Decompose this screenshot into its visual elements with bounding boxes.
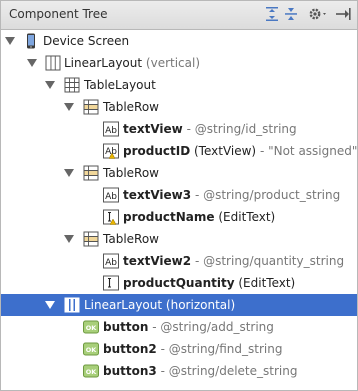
table-row-icon [83,99,99,115]
text-view-icon: Ab [103,253,119,269]
ok-icon-text: OK [86,324,98,332]
node-name: textView3 [123,188,192,202]
expand-arrow-icon[interactable] [64,235,74,243]
expand-arrow-icon[interactable] [45,81,55,89]
node-detail: - @string/delete_string [160,364,298,378]
node-label: Device Screen [43,34,130,48]
node-name: LinearLayout [64,56,143,70]
tree-row-text-view3[interactable]: Ab textView3 - @string/product_string [1,184,357,206]
linear-layout-horizontal-icon [64,297,80,313]
button-ok-icon: OK [83,319,99,335]
node-name: productName [123,210,215,224]
button-ok-icon: OK [83,341,99,357]
tree-row-table-layout[interactable]: TableLayout [1,74,357,96]
node-type: (EditText) [218,210,276,224]
node-detail: - @string/id_string [186,122,297,136]
node-detail: (vertical) [145,56,201,70]
node-name: TableRow [103,232,159,246]
node-name: LinearLayout [84,298,163,312]
ok-icon-text: OK [86,368,98,376]
node-name: textView [123,122,183,136]
hide-panel-icon[interactable] [335,6,351,22]
linear-layout-vertical-icon [45,55,61,71]
collapse-all-icon[interactable] [283,6,299,22]
node-name: button3 [103,364,157,378]
edit-text-warning-icon [103,209,119,225]
node-detail: (horizontal) [165,298,236,312]
expand-arrow-icon[interactable] [5,37,15,45]
panel-header: Component Tree [1,1,357,30]
device-phone-icon [23,33,39,49]
text-view-icon: Ab [103,121,119,137]
node-name: TableLayout [84,78,156,92]
ab-icon-text: Ab [105,126,117,136]
tree-row-text-view2[interactable]: Ab textView2 - @string/quantity_string [1,250,357,272]
node-detail: - @string/product_string [194,188,341,202]
tree-row-button3[interactable]: OK button3 - @string/delete_string [1,360,357,382]
node-name: button2 [103,342,157,356]
node-type: (EditText) [238,276,296,290]
expand-all-icon[interactable] [264,6,280,22]
tree-row-table-row[interactable]: TableRow [1,162,357,184]
button-ok-icon: OK [83,363,99,379]
tree-row-button2[interactable]: OK button2 - @string/find_string [1,338,357,360]
tree-row-linear-layout-vertical[interactable]: LinearLayout (vertical) [1,52,357,74]
expand-arrow-icon[interactable] [27,59,37,67]
table-layout-icon [64,77,80,93]
node-name: productID [123,144,191,158]
tree-row-product-quantity[interactable]: productQuantity (EditText) [1,272,357,294]
text-view-warning-icon: Ab [103,143,119,159]
tree-row-table-row[interactable]: TableRow [1,96,357,118]
table-row-icon [83,165,99,181]
node-name: TableRow [103,166,159,180]
ab-icon-text: Ab [105,258,117,268]
node-name: textView2 [123,254,192,268]
expand-arrow-icon[interactable] [45,301,55,309]
panel-title: Component Tree [9,7,108,21]
expand-arrow-icon[interactable] [64,169,74,177]
expand-arrow-icon[interactable] [64,103,74,111]
node-name: TableRow [103,100,159,114]
node-type: (TextView) [194,144,257,158]
tree-row-product-name[interactable]: productName (EditText) [1,206,357,228]
text-view-icon: Ab [103,187,119,203]
settings-gear-icon[interactable] [307,6,329,22]
tree-row-linear-layout-horizontal[interactable]: LinearLayout (horizontal) [1,294,357,316]
edit-text-icon [103,275,119,291]
tree-row-table-row[interactable]: TableRow [1,228,357,250]
node-detail: - @string/add_string [152,320,274,334]
node-detail: - "Not assigned" [259,144,358,158]
ab-icon-text: Ab [105,192,117,202]
tree-row-text-view[interactable]: Ab textView - @string/id_string [1,118,357,140]
tree-row-button[interactable]: OK button - @string/add_string [1,316,357,338]
component-tree-panel: Component Tree Device Screen LinearLayou… [0,0,358,391]
node-name: productQuantity [123,276,235,290]
table-row-icon [83,231,99,247]
ok-icon-text: OK [86,346,98,354]
node-detail: - @string/quantity_string [194,254,345,268]
tree-row-product-id[interactable]: Ab productID (TextView) - "Not assigned" [1,140,357,162]
node-detail: - @string/find_string [160,342,283,356]
tree-row-device-screen[interactable]: Device Screen [1,30,357,52]
node-name: button [103,320,149,334]
